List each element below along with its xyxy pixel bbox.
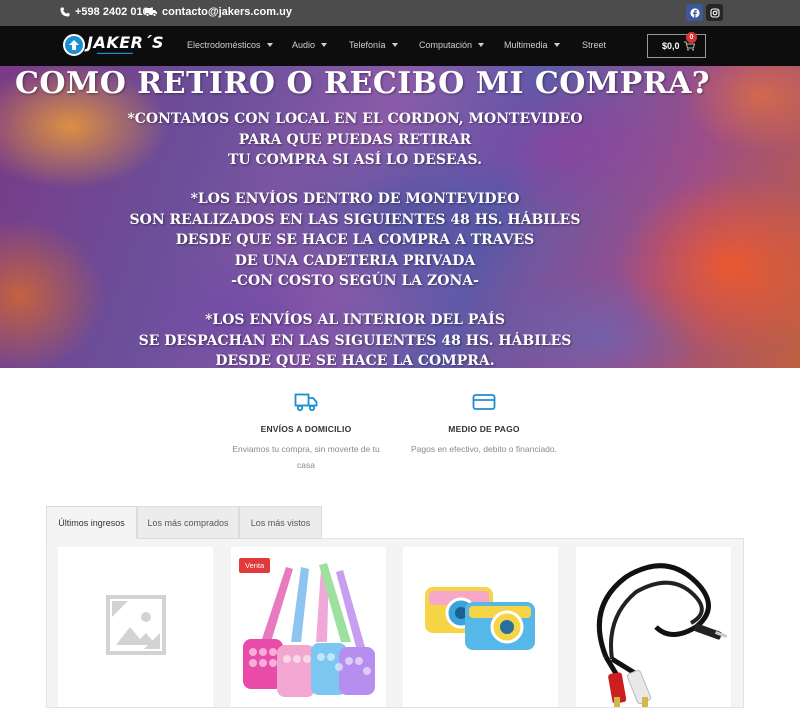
hero-text-interior-shipping: *LOS ENVÍOS AL INTERIOR DEL PAÍS SE DESP… [138,312,572,368]
site-logo[interactable]: JAKER´S ▬▬▬▬▬▬▬▬▬ [63,34,164,56]
nav-item-telefonia[interactable]: Telefonía [349,40,398,50]
chevron-down-icon [321,43,328,47]
nav-item-label: Computación [419,40,473,50]
credit-card-icon [472,394,496,410]
nav-item-multimedia[interactable]: Multimedia [504,40,560,50]
feature-title: MEDIO DE PAGO [448,424,520,434]
nav-item-label: Telefonía [349,40,386,50]
hero-banner: COMO RETIRO O RECIBO MI COMPRA? *CONTAMO… [0,66,800,368]
logo-text: JAKER´S [87,33,165,52]
placeholder-image-icon [106,595,166,655]
product-card[interactable]: Venta [231,547,386,707]
product-card[interactable] [576,547,731,707]
hero-title: COMO RETIRO O RECIBO MI COMPRA? [15,66,710,101]
nav-item-label: Multimedia [504,40,548,50]
feature-description: Pagos en efectivo, debito o financiado. [410,444,558,454]
logo-tagline: ▬▬▬▬▬▬▬▬▬ [97,50,133,55]
top-bar: +598 2402 0161 contacto@jakers.com.uy [0,0,800,26]
cart-button[interactable]: $0,0 0 [647,32,706,58]
sale-badge: Venta [239,558,271,573]
rca-cable-image [596,563,728,707]
feature-payment: MEDIO DE PAGO Pagos en efectivo, debito … [399,392,569,457]
instagram-link[interactable] [706,4,723,21]
nav-item-electrodomesticos[interactable]: Electrodomésticos [187,40,273,50]
hero-text-pickup: *CONTAMOS CON LOCAL EN EL CORDON, MONTEV… [127,111,583,168]
facebook-icon [689,7,700,18]
phone-icon [60,7,70,17]
email-contact[interactable]: contacto@jakers.com.uy [145,6,292,18]
nav-item-street[interactable]: Street [582,40,606,50]
logo-arrow-icon [63,34,85,56]
chevron-down-icon [391,43,398,47]
phone-number: +598 2402 0161 [75,6,155,18]
tab-mas-comprados[interactable]: Los más comprados [137,506,239,539]
cart-total: $0,0 [662,41,680,51]
cart-count-badge: 0 [686,32,697,43]
chevron-down-icon [478,43,485,47]
chevron-down-icon [266,43,273,47]
instagram-icon [709,7,720,18]
feature-description: Enviamos tu compra, sin moverte de tu ca… [232,444,380,470]
feature-title: ENVÍOS A DOMICILIO [260,424,352,434]
truck-icon [145,8,157,17]
product-card[interactable] [58,547,213,707]
hero-text-montevideo-shipping: *LOS ENVÍOS DENTRO DE MONTEVIDEO SON REA… [129,191,581,289]
nav-item-audio[interactable]: Audio [292,40,328,50]
nav-item-label: Street [582,40,607,50]
tab-ultimos-ingresos[interactable]: Últimos ingresos [46,506,137,539]
feature-home-delivery: ENVÍOS A DOMICILIO Enviamos tu compra, s… [221,392,391,473]
product-card[interactable] [403,547,558,707]
truck-icon [294,393,318,412]
nav-item-computacion[interactable]: Computación [419,40,485,50]
nav-item-label: Electrodomésticos [187,40,261,50]
nav-item-label: Audio [292,40,316,50]
facebook-link[interactable] [686,4,703,21]
tab-mas-vistos[interactable]: Los más vistos [239,506,322,539]
chevron-down-icon [553,43,560,47]
email-address: contacto@jakers.com.uy [162,6,292,18]
main-nav: JAKER´S ▬▬▬▬▬▬▬▬▬ Electrodomésticos Audi… [0,26,800,66]
kids-camera-image [425,587,535,650]
phone-contact[interactable]: +598 2402 0161 [60,6,155,18]
